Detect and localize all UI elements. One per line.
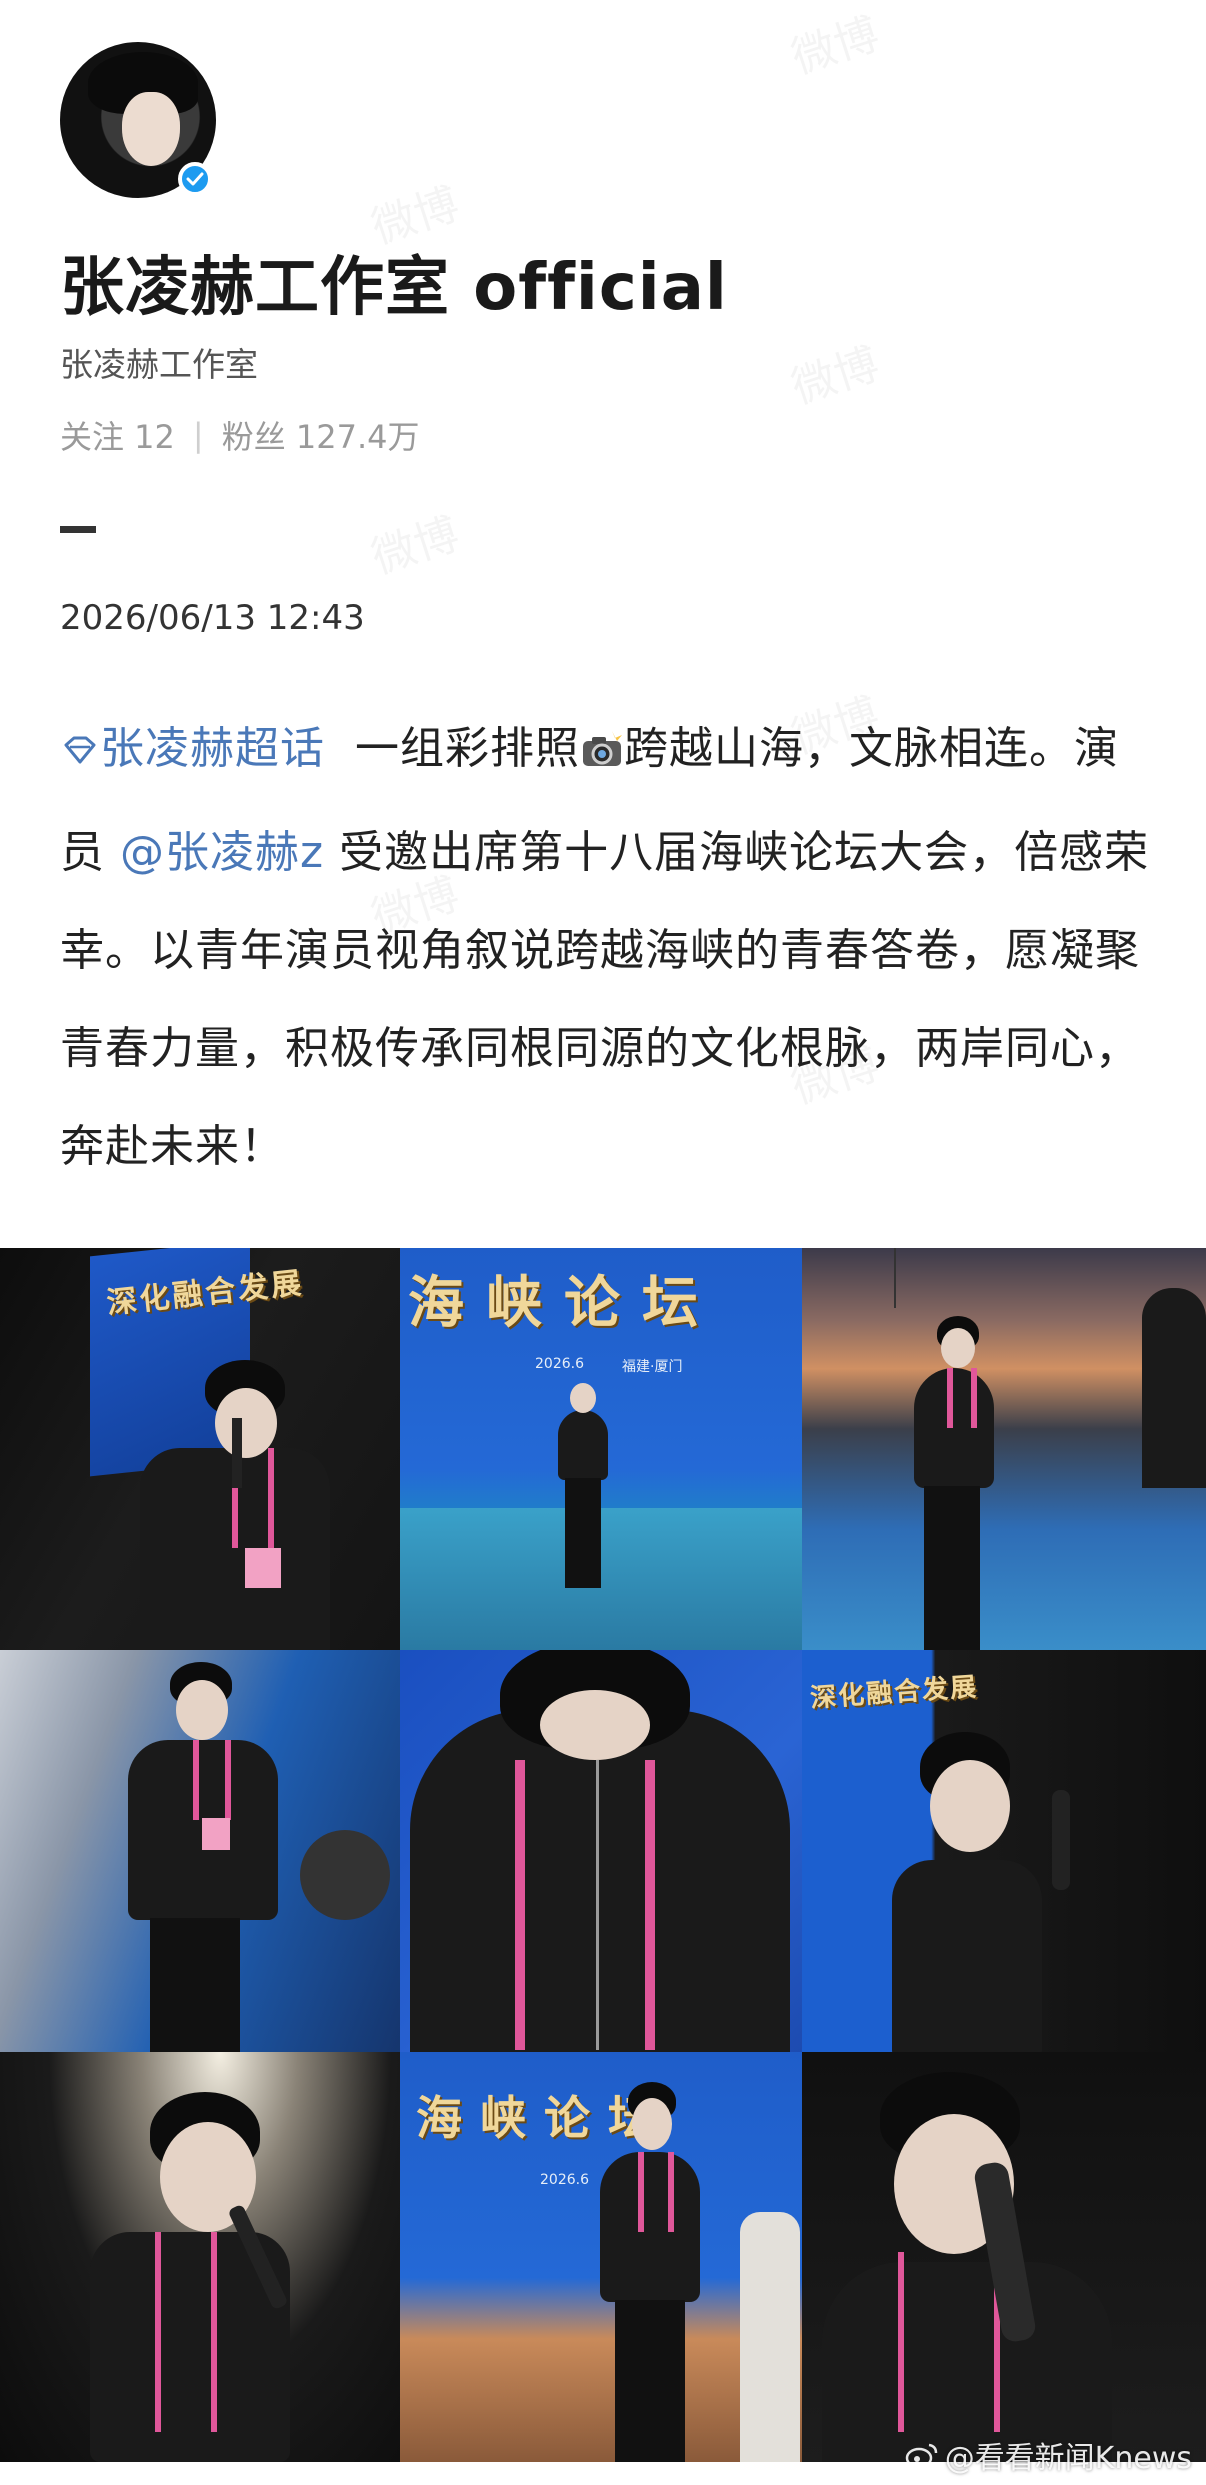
photo-1[interactable]: 深化融合发展 bbox=[0, 1248, 400, 1650]
person-head bbox=[540, 1690, 650, 1760]
person-head bbox=[176, 1680, 228, 1740]
banner-text: 深化融合发展 bbox=[809, 1672, 980, 1714]
post-text-part1: 一组彩排照 bbox=[354, 723, 580, 774]
person-head bbox=[570, 1383, 596, 1413]
camera-flash-icon bbox=[580, 706, 624, 804]
super-topic-icon bbox=[64, 736, 96, 764]
photo-8[interactable]: 海峡论坛 2026.6 bbox=[400, 2052, 802, 2462]
avatar-face bbox=[122, 92, 180, 166]
photo-grid: 深化融合发展 海峡论坛 2026.6 福建·厦门 深化融合发展 海峡论坛 202… bbox=[0, 1248, 1206, 2462]
weibo-watermark: 微博 bbox=[362, 498, 465, 586]
badge-card bbox=[245, 1548, 281, 1588]
lanyard bbox=[515, 1760, 655, 2050]
post-text: 张凌赫超话 一组彩排照 跨越山海，文脉相连。演员 @张凌赫z 受邀出席第十八届海峡… bbox=[60, 700, 1150, 1196]
mention-link[interactable]: @张凌赫z bbox=[120, 827, 324, 878]
lanyard bbox=[193, 1740, 231, 1820]
microphone bbox=[232, 1418, 242, 1488]
weibo-watermark: 微博 bbox=[782, 0, 885, 86]
lanyard bbox=[155, 2232, 217, 2432]
microphone bbox=[1052, 1790, 1070, 1890]
person-legs bbox=[150, 1918, 240, 2052]
stats-separator: | bbox=[192, 416, 204, 454]
profile-name[interactable]: 张凌赫工作室 official bbox=[60, 236, 728, 328]
person-figure bbox=[892, 1860, 1042, 2052]
lanyard bbox=[638, 2152, 674, 2232]
background-figure bbox=[740, 2212, 800, 2462]
person-head bbox=[632, 2098, 672, 2150]
photo-5[interactable] bbox=[400, 1650, 802, 2052]
source-watermark: @看看新闻Knews bbox=[905, 2433, 1192, 2477]
lanyard bbox=[898, 2252, 1000, 2432]
following-count[interactable]: 关注 12 bbox=[60, 412, 175, 458]
weibo-watermark: 微博 bbox=[782, 328, 885, 416]
photo-place: 福建·厦门 bbox=[622, 1359, 683, 1375]
lanyard bbox=[947, 1368, 977, 1428]
profile-stats: 关注 12 | 粉丝 127.4万 bbox=[60, 412, 419, 458]
photo-7[interactable] bbox=[0, 2052, 400, 2462]
section-divider bbox=[60, 526, 96, 533]
person-head bbox=[930, 1760, 1010, 1852]
verified-badge-icon bbox=[178, 162, 212, 196]
person-head bbox=[941, 1328, 975, 1368]
photo-6[interactable]: 深化融合发展 bbox=[802, 1650, 1206, 2052]
followers-count[interactable]: 粉丝 127.4万 bbox=[222, 412, 420, 458]
weibo-logo-icon bbox=[905, 2443, 937, 2469]
photo-date: 2026.6 bbox=[535, 1356, 584, 1372]
stage-floor bbox=[400, 1508, 802, 1650]
background-figure bbox=[1142, 1288, 1206, 1488]
photo-2[interactable]: 海峡论坛 2026.6 福建·厦门 bbox=[400, 1248, 802, 1650]
person-legs bbox=[924, 1486, 980, 1650]
post-timestamp: 2026/06/13 12:43 bbox=[60, 598, 365, 638]
badge-card bbox=[202, 1818, 230, 1850]
photo-3[interactable] bbox=[802, 1248, 1206, 1650]
post-text-part3: 受邀出席第十八届海峡论坛大会，倍感荣幸。以青年演员视角叙说跨越海峡的青春答卷，愿… bbox=[60, 827, 1150, 1172]
photo-4[interactable] bbox=[0, 1650, 400, 2052]
person-legs bbox=[565, 1478, 601, 1588]
topic-link[interactable]: 张凌赫超话 bbox=[60, 723, 325, 774]
profile-subtitle: 张凌赫工作室 bbox=[60, 345, 258, 384]
banner-text: 海峡论坛 bbox=[408, 1270, 720, 1336]
camera-lens bbox=[300, 1830, 390, 1920]
source-watermark-text: @看看新闻Knews bbox=[944, 2441, 1192, 2476]
photo-9[interactable] bbox=[802, 2052, 1206, 2462]
person-figure bbox=[558, 1410, 608, 1480]
person-legs bbox=[615, 2300, 685, 2462]
photo-date: 2026.6 bbox=[540, 2172, 589, 2188]
jacket-zipper bbox=[596, 1760, 599, 2050]
topic-label[interactable]: 张凌赫超话 bbox=[100, 723, 325, 774]
wind-turbine bbox=[894, 1248, 896, 1308]
